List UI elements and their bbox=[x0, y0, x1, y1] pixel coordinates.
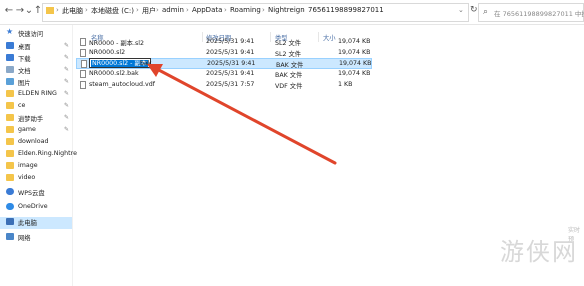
watermark-logo: 游侠网 bbox=[500, 238, 578, 266]
annotation-arrow-icon bbox=[147, 64, 337, 165]
